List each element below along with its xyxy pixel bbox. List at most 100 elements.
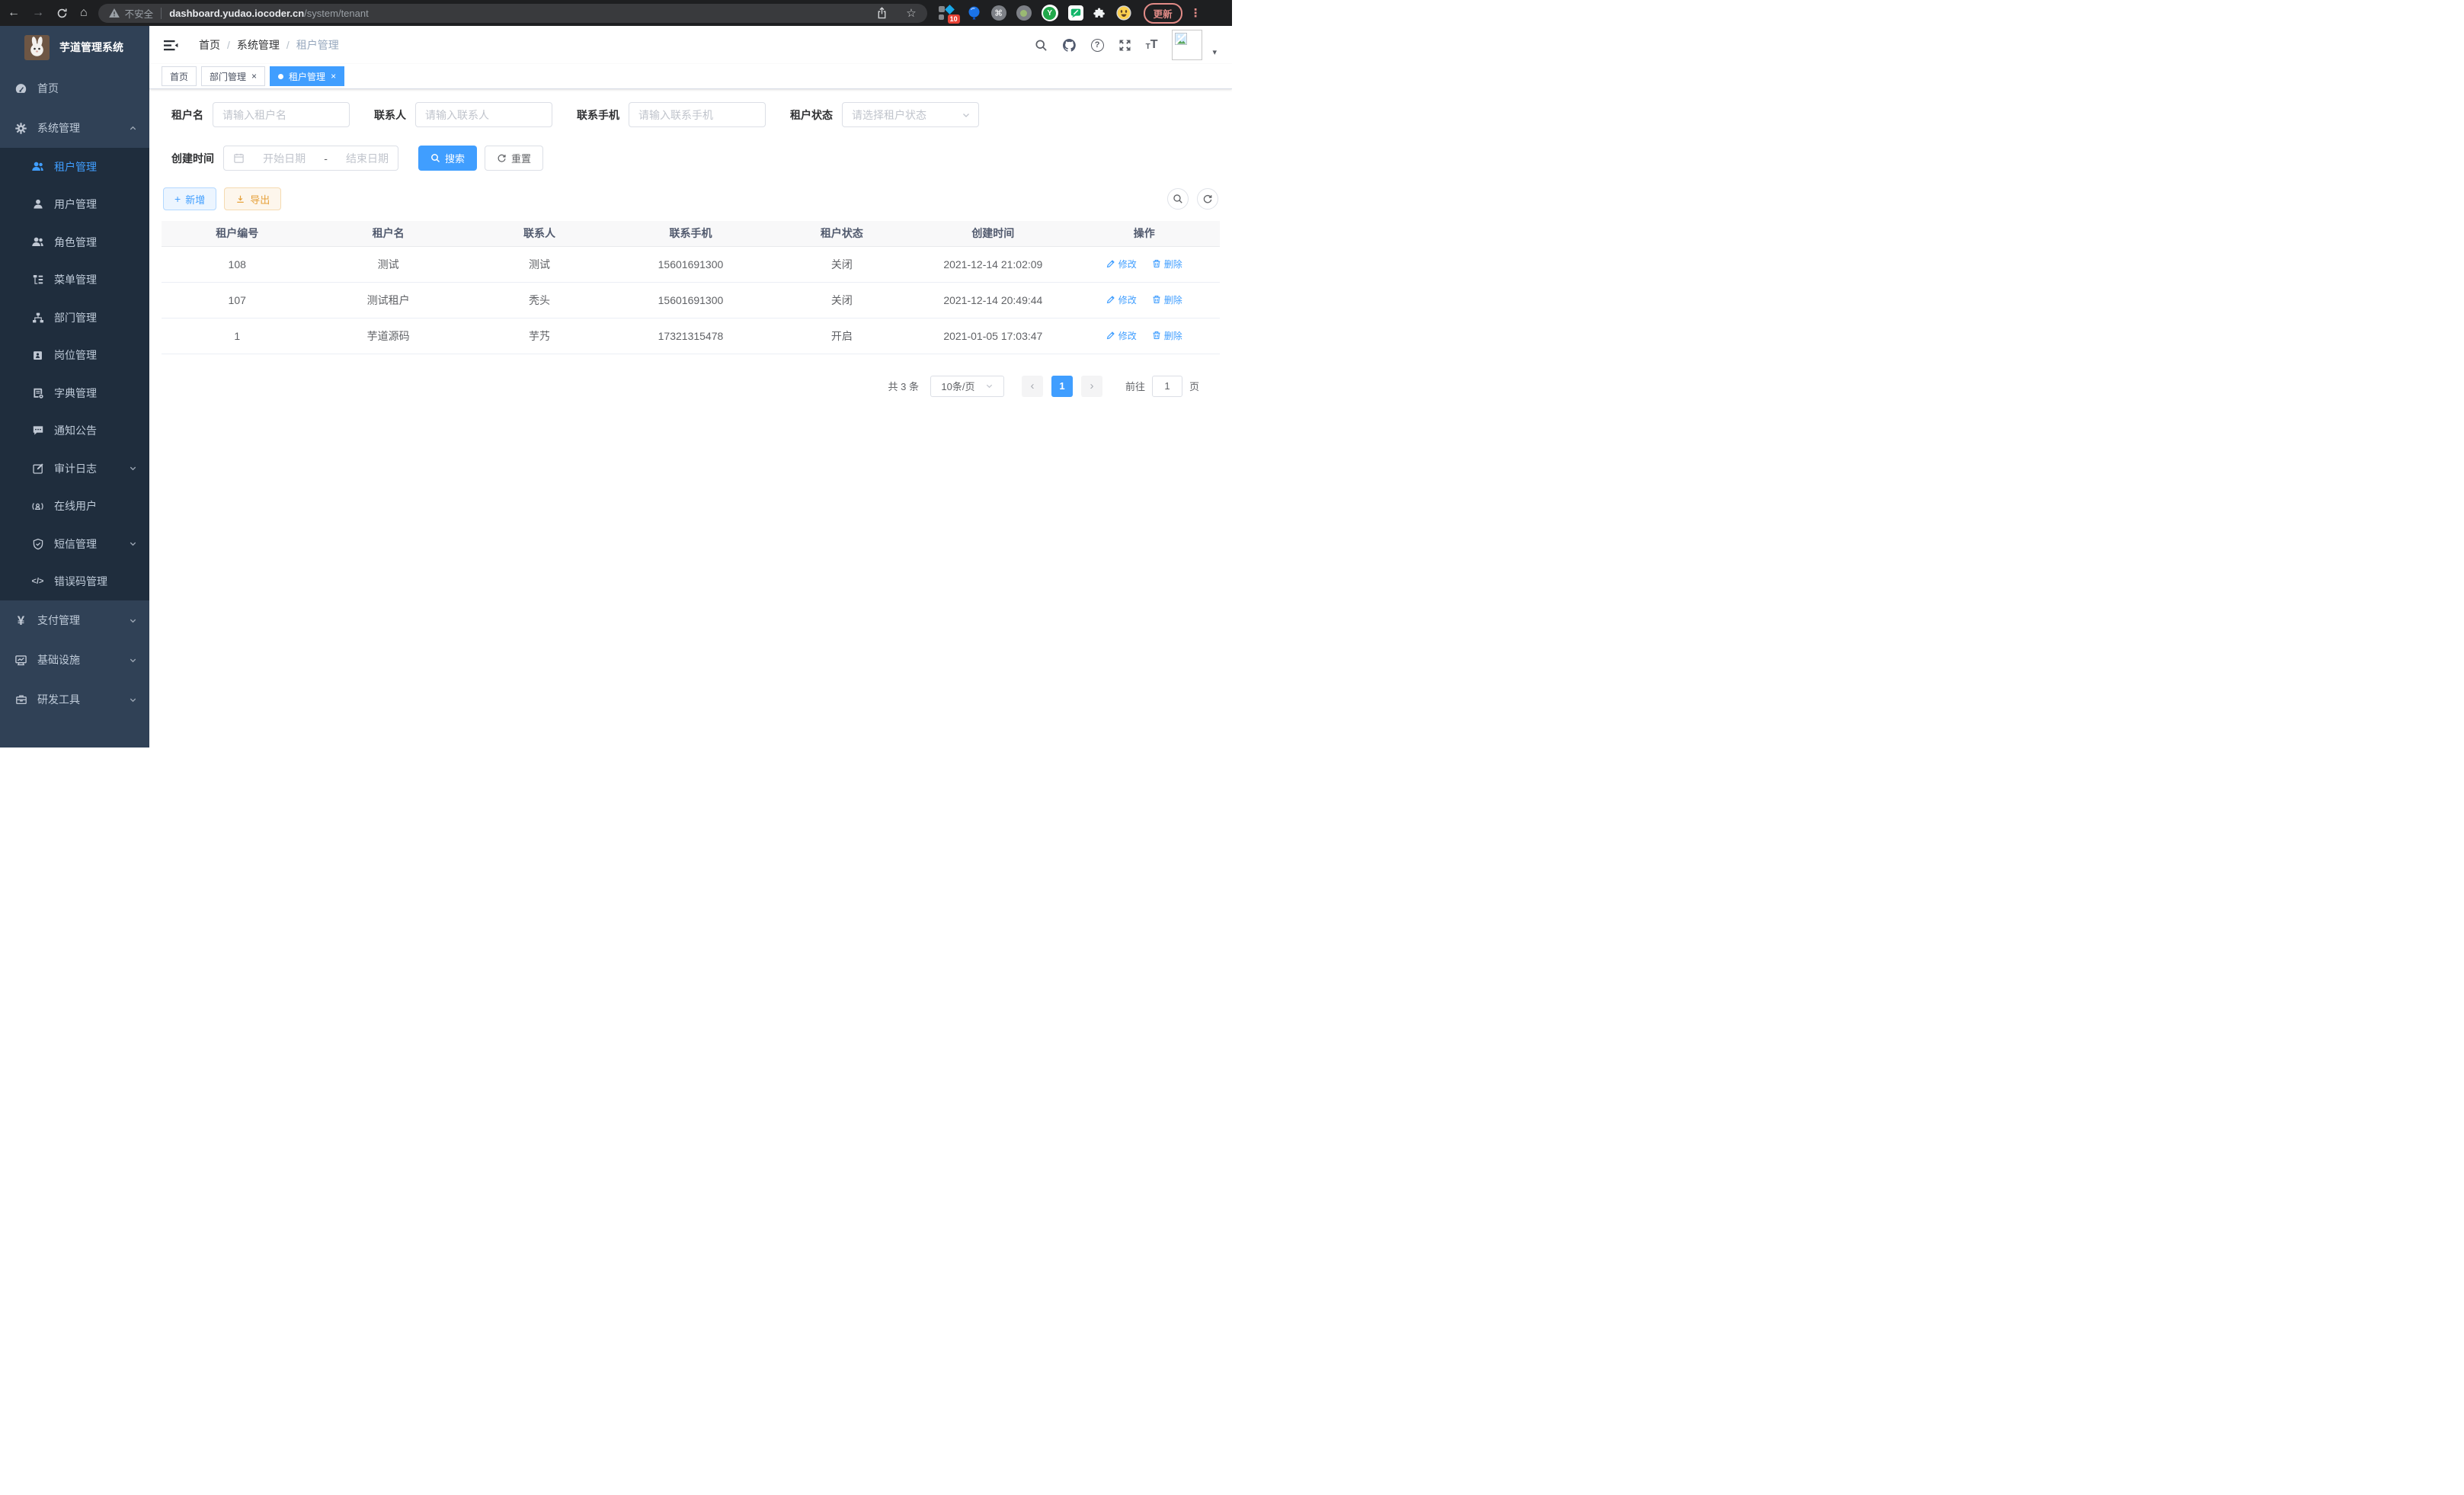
date-end-placeholder: 结束日期 — [346, 151, 389, 166]
delete-button[interactable]: 删除 — [1152, 258, 1182, 271]
sidebar-item-label: 研发工具 — [37, 692, 80, 707]
dot-extension-icon[interactable] — [1016, 5, 1032, 21]
search-button[interactable]: 搜索 — [418, 146, 477, 171]
bookmark-star-icon[interactable]: ☆ — [906, 6, 916, 20]
edit-button[interactable]: 修改 — [1106, 258, 1137, 271]
command-glyph: ⌘ — [994, 8, 1003, 18]
sidebar-item-post[interactable]: 岗位管理 — [0, 337, 149, 375]
forward-icon[interactable]: → — [32, 7, 44, 19]
tab-dept[interactable]: 部门管理 × — [201, 66, 265, 86]
url-text[interactable]: dashboard.yudao.iocoder.cn/system/tenant — [169, 8, 369, 19]
prev-page-button[interactable]: ‹ — [1022, 376, 1043, 397]
next-page-button[interactable]: › — [1081, 376, 1102, 397]
table-row: 107 测试租户 秃头 15601691300 关闭 2021-12-14 20… — [162, 282, 1220, 318]
close-icon[interactable]: × — [331, 72, 336, 81]
tab-home[interactable]: 首页 — [162, 66, 197, 86]
menu-tree-icon — [30, 274, 45, 286]
sidebar-item-infra[interactable]: 基础设施 — [0, 640, 149, 680]
filter-contact: 联系人 — [374, 102, 552, 127]
divider — [161, 8, 162, 19]
sidebar-item-label: 支付管理 — [37, 613, 80, 628]
field-label: 联系人 — [374, 107, 406, 123]
sidebar-item-user[interactable]: 用户管理 — [0, 186, 149, 224]
sidebar-item-devtool[interactable]: 研发工具 — [0, 680, 149, 719]
breadcrumb-separator: / — [286, 39, 290, 51]
mobile-input[interactable] — [629, 102, 766, 127]
sidebar-item-label: 系统管理 — [37, 120, 80, 136]
search-toggle-button[interactable] — [1167, 188, 1189, 210]
column-header: 租户状态 — [766, 221, 917, 246]
contact-input[interactable] — [415, 102, 552, 127]
page-size-select[interactable]: 10条/页 — [930, 376, 1004, 397]
tab-label: 租户管理 — [289, 70, 325, 83]
cell-mobile: 17321315478 — [615, 318, 766, 354]
sidebar-item-home[interactable]: 首页 — [0, 69, 149, 108]
goto-page-input[interactable] — [1152, 376, 1182, 397]
cell-id: 107 — [162, 282, 312, 318]
sidebar-item-sms[interactable]: 短信管理 — [0, 525, 149, 563]
browser-menu-icon[interactable]: ⋮ — [1190, 6, 1202, 20]
extension-badge-icon[interactable]: 10 — [939, 5, 957, 21]
sidebar-item-pay[interactable]: ¥ 支付管理 — [0, 600, 149, 640]
emoji-extension-icon[interactable] — [1116, 5, 1131, 21]
balloon-extension-icon[interactable] — [967, 5, 981, 21]
close-icon[interactable]: × — [251, 72, 257, 81]
home-icon[interactable]: ⌂ — [80, 7, 88, 19]
page-content: 租户名 联系人 联系手机 租户状态 请选择租户状态 — [149, 89, 1232, 748]
sidebar-item-tenant[interactable]: 租户管理 — [0, 148, 149, 186]
fullscreen-icon[interactable] — [1118, 39, 1131, 52]
logo-row[interactable]: 芋道管理系统 — [0, 26, 149, 69]
address-bar[interactable]: 不安全 dashboard.yudao.iocoder.cn/system/te… — [98, 4, 927, 23]
avatar[interactable] — [1172, 30, 1202, 60]
y-extension-icon[interactable]: Y — [1042, 5, 1058, 21]
delete-label: 删除 — [1164, 293, 1182, 306]
back-icon[interactable]: ← — [8, 7, 20, 19]
cell-contact: 测试 — [464, 246, 615, 282]
font-size-icon[interactable]: TT — [1146, 39, 1158, 51]
tab-tenant[interactable]: 租户管理 × — [270, 66, 344, 86]
github-icon[interactable] — [1062, 38, 1077, 53]
puzzle-extension-icon[interactable] — [1093, 7, 1106, 20]
sidebar-item-system[interactable]: 系统管理 — [0, 108, 149, 148]
edit-button[interactable]: 修改 — [1106, 293, 1137, 306]
breadcrumb-item[interactable]: 系统管理 — [237, 37, 280, 53]
tenant-table: 租户编号 租户名 联系人 联系手机 租户状态 创建时间 操作 108 测试 — [162, 221, 1220, 354]
sidebar-item-role[interactable]: 角色管理 — [0, 223, 149, 261]
add-button[interactable]: + 新增 — [163, 187, 216, 210]
breadcrumb: 首页 / 系统管理 / 租户管理 — [199, 37, 339, 53]
tenant-name-input[interactable] — [213, 102, 350, 127]
page-unit-label: 页 — [1189, 379, 1199, 393]
sidebar-item-dept[interactable]: 部门管理 — [0, 299, 149, 337]
edit-button[interactable]: 修改 — [1106, 329, 1137, 342]
sidebar-item-menu[interactable]: 菜单管理 — [0, 261, 149, 299]
help-icon[interactable]: ? — [1091, 39, 1104, 52]
cell-created: 2021-12-14 20:49:44 — [917, 282, 1068, 318]
field-label: 租户状态 — [790, 107, 833, 123]
refresh-button[interactable] — [1197, 188, 1218, 210]
status-select[interactable]: 请选择租户状态 — [842, 102, 979, 127]
delete-button[interactable]: 删除 — [1152, 329, 1182, 342]
sidebar-item-dict[interactable]: 字典管理 — [0, 374, 149, 412]
sidebar-item-label: 错误码管理 — [54, 574, 107, 589]
collapse-sidebar-icon[interactable] — [164, 39, 178, 52]
sidebar-item-label: 在线用户 — [54, 498, 97, 514]
date-range-picker[interactable]: 开始日期 - 结束日期 — [223, 146, 398, 171]
sidebar-item-online[interactable]: 在线用户 — [0, 488, 149, 526]
export-button[interactable]: 导出 — [224, 187, 281, 210]
security-status[interactable]: 不安全 — [109, 6, 154, 21]
chat-extension-icon[interactable] — [1068, 5, 1083, 21]
delete-button[interactable]: 删除 — [1152, 293, 1182, 306]
reload-icon[interactable] — [56, 8, 68, 19]
command-extension-icon[interactable]: ⌘ — [991, 5, 1006, 21]
caret-down-icon[interactable]: ▾ — [1212, 47, 1217, 57]
sidebar-item-notice[interactable]: 通知公告 — [0, 412, 149, 450]
sidebar-item-audit[interactable]: 审计日志 — [0, 450, 149, 488]
page-1-button[interactable]: 1 — [1051, 376, 1073, 397]
sidebar-item-errcode[interactable]: </> 错误码管理 — [0, 563, 149, 601]
reset-button[interactable]: 重置 — [485, 146, 543, 171]
breadcrumb-item[interactable]: 首页 — [199, 37, 220, 53]
browser-update-button[interactable]: 更新 — [1144, 3, 1182, 24]
cell-name: 芋道源码 — [312, 318, 463, 354]
search-icon[interactable] — [1035, 39, 1048, 52]
share-icon[interactable] — [876, 7, 888, 19]
